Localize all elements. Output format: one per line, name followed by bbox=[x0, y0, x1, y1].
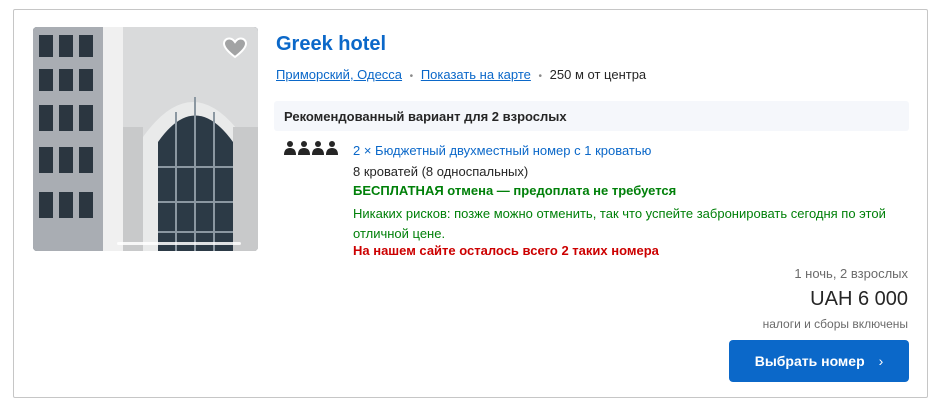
room-type-link[interactable]: 2 × Бюджетный двухместный номер с 1 кров… bbox=[353, 143, 651, 158]
free-cancellation-text: БЕСПЛАТНАЯ отмена — предоплата не требуе… bbox=[353, 183, 677, 198]
bed-info: 8 кроватей (8 односпальных) bbox=[353, 164, 529, 179]
separator-dot-icon: • bbox=[409, 71, 414, 82]
price-text: UAH 6 000 bbox=[810, 288, 908, 310]
location-link[interactable]: Приморский, Одесса bbox=[276, 67, 402, 82]
separator-dot-icon: • bbox=[538, 71, 543, 82]
no-risk-text: Никаких рисков: позже можно отменить, та… bbox=[353, 206, 886, 241]
hotel-photo-image bbox=[33, 27, 258, 251]
people-icon bbox=[284, 140, 340, 156]
scarcity-text: На нашем сайте осталось всего 2 таких но… bbox=[353, 243, 659, 258]
location-line: Приморский, Одесса • Показать на карте •… bbox=[276, 67, 646, 82]
hotel-photo[interactable] bbox=[33, 27, 258, 251]
recommendation-header: Рекомендованный вариант для 2 взрослых bbox=[284, 109, 567, 124]
hotel-name-link[interactable]: Greek hotel bbox=[276, 33, 386, 56]
heart-outline-icon bbox=[222, 37, 248, 59]
recommendation-header-box: Рекомендованный вариант для 2 взрослых bbox=[274, 101, 909, 131]
favorite-button[interactable] bbox=[222, 36, 248, 60]
taxes-text: налоги и сборы включены bbox=[762, 317, 908, 331]
chevron-right-icon: › bbox=[878, 353, 884, 369]
photo-carousel-indicator bbox=[117, 242, 241, 245]
show-on-map-link[interactable]: Показать на карте bbox=[421, 67, 531, 82]
distance-text: 250 м от центра bbox=[549, 67, 647, 82]
select-room-label: Выбрать номер bbox=[754, 353, 865, 369]
nights-guests-text: 1 ночь, 2 взрослых bbox=[794, 266, 908, 281]
property-card: Greek hotel Приморский, Одесса • Показат… bbox=[13, 9, 928, 398]
select-room-button[interactable]: Выбрать номер › bbox=[729, 340, 909, 382]
